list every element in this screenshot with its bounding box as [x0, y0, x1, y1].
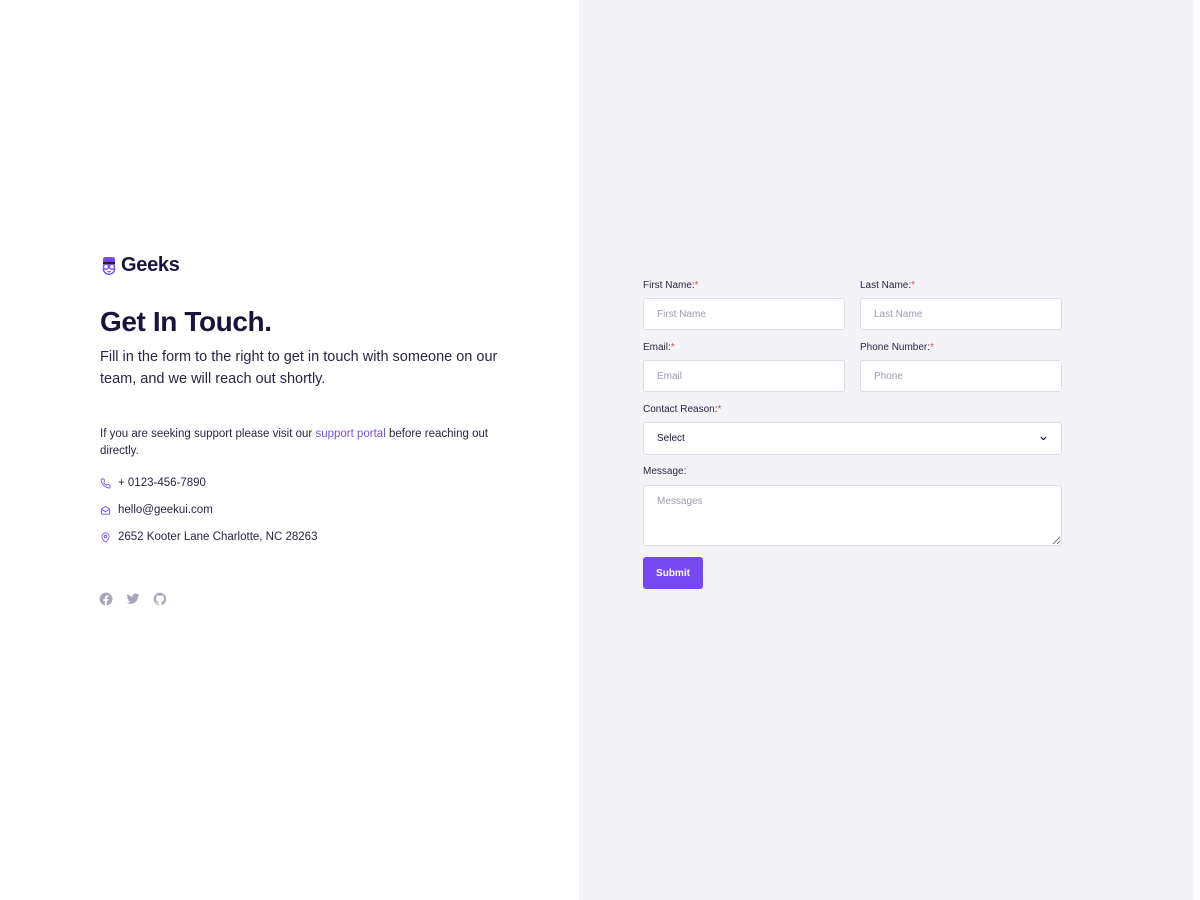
required-mark: *	[930, 342, 934, 353]
required-mark: *	[670, 342, 675, 353]
contact-phone: + 0123-456-7890	[100, 475, 206, 491]
contact-reason-select[interactable]: Select	[643, 422, 1062, 455]
support-note-text-before: If you are seeking support please visit …	[100, 428, 316, 440]
location-pin-icon	[101, 532, 110, 542]
social-links	[99, 592, 167, 606]
last-name-label: Last Name:*	[860, 280, 915, 291]
contact-reason-label-text: Contact Reason:	[643, 404, 718, 415]
support-note: If you are seeking support please visit …	[100, 426, 500, 459]
email-label: Email:*	[643, 342, 675, 353]
email-input[interactable]	[643, 360, 845, 392]
phone-label: Phone Number:*	[860, 342, 934, 353]
required-mark: *	[694, 280, 699, 291]
phone-number: + 0123-456-7890	[118, 477, 206, 489]
contact-address: 2652 Kooter Lane Charlotte, NC 28263	[100, 529, 317, 545]
support-portal-link[interactable]: support portal	[315, 428, 385, 440]
submit-button[interactable]: Submit	[643, 557, 703, 589]
last-name-input[interactable]	[860, 298, 1062, 330]
first-name-label: First Name:*	[643, 280, 699, 291]
chevron-down-icon	[1040, 436, 1047, 441]
envelope-icon	[100, 505, 111, 515]
geek-face-logo-icon	[102, 256, 116, 275]
phone-input[interactable]	[860, 360, 1062, 392]
email-label-text: Email:	[643, 342, 671, 353]
twitter-icon[interactable]	[126, 592, 140, 606]
phone-label-text: Phone Number:	[860, 342, 931, 353]
required-mark: *	[911, 280, 916, 291]
page-edge	[1193, 0, 1200, 900]
contact-reason-label: Contact Reason:*	[643, 404, 721, 415]
first-name-input[interactable]	[643, 298, 845, 330]
github-icon[interactable]	[153, 592, 167, 606]
phone-icon	[100, 478, 111, 488]
facebook-icon[interactable]	[99, 592, 113, 606]
required-mark: *	[717, 404, 722, 415]
first-name-label-text: First Name:	[643, 280, 695, 291]
brand-logo[interactable]: Geeks	[100, 254, 180, 277]
message-textarea[interactable]	[643, 485, 1062, 546]
message-label: Message:	[643, 466, 687, 477]
street-address: 2652 Kooter Lane Charlotte, NC 28263	[118, 531, 318, 543]
intro-lead-text: Fill in the form to the right to get in …	[100, 349, 498, 387]
page-title: Get In Touch.	[100, 306, 272, 337]
email-address: hello@geekui.com	[118, 504, 213, 516]
last-name-label-text: Last Name:	[860, 280, 912, 291]
contact-email: hello@geekui.com	[100, 502, 213, 518]
brand-name: Geeks	[121, 254, 180, 276]
contact-reason-selected-value: Select	[657, 433, 685, 444]
